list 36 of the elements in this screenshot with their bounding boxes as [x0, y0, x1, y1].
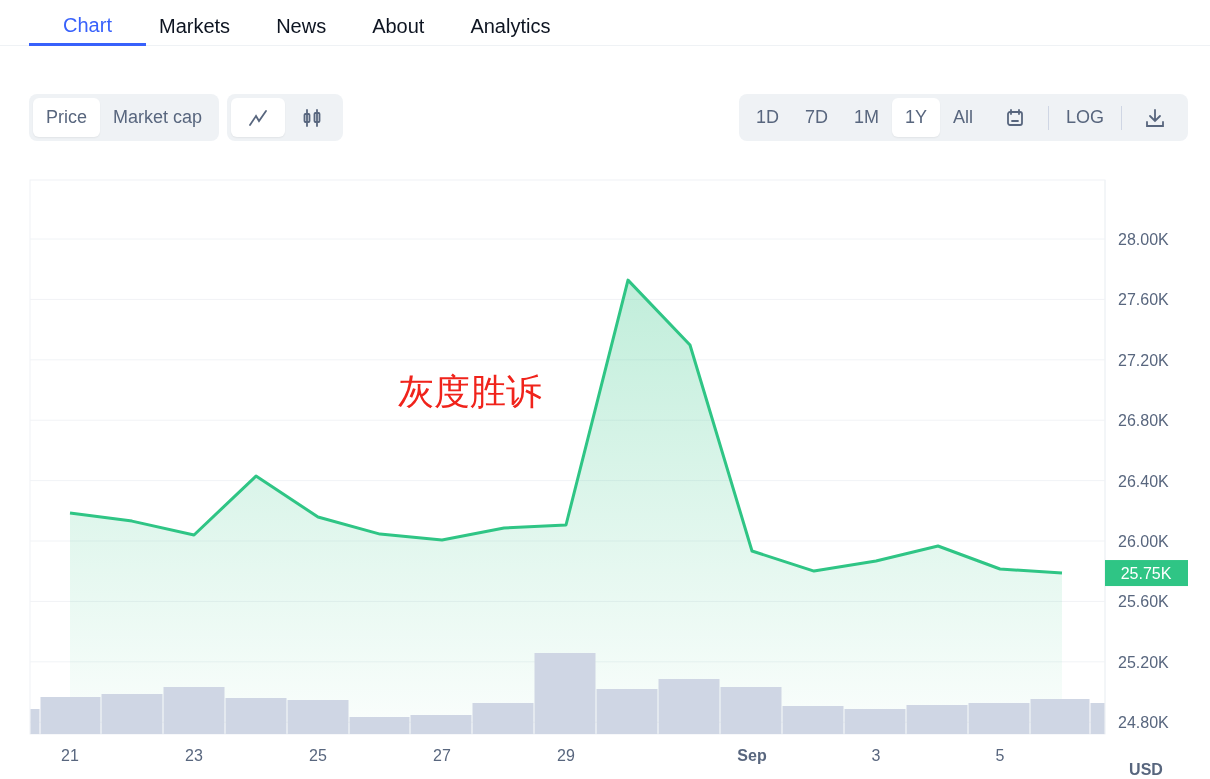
- currency-label: USD: [1129, 761, 1163, 778]
- y-axis-label: 26.40K: [1118, 472, 1169, 490]
- y-axis-label: 27.60K: [1118, 291, 1169, 309]
- metric-option[interactable]: Price: [33, 98, 100, 137]
- annotation-text: 灰度胜诉: [398, 371, 542, 412]
- tab[interactable]: Analytics: [470, 0, 551, 46]
- x-axis-label: 23: [185, 747, 203, 764]
- y-axis-label: 28.00K: [1118, 231, 1169, 249]
- y-axis-label: 26.80K: [1118, 412, 1169, 430]
- tab[interactable]: Markets: [159, 0, 231, 46]
- calendar-icon: [1004, 106, 1026, 129]
- x-axis-label: 25: [309, 747, 327, 764]
- y-axis-label: 27.20K: [1118, 351, 1169, 369]
- x-axis-label: Sep: [737, 747, 767, 764]
- tab[interactable]: Chart: [29, 0, 146, 46]
- download-icon: [1144, 106, 1166, 129]
- y-axis-label: 25.60K: [1118, 593, 1169, 611]
- x-axis-label: 21: [61, 747, 79, 764]
- x-axis-label: 5: [995, 747, 1005, 764]
- period-button[interactable]: 1D: [742, 98, 792, 137]
- x-axis-label: 29: [557, 747, 575, 764]
- period-button[interactable]: 7D: [791, 98, 841, 137]
- y-axis-label: 25.20K: [1118, 653, 1169, 671]
- metric-option[interactable]: Market cap: [100, 98, 216, 137]
- period-button[interactable]: All: [939, 98, 986, 137]
- tab[interactable]: About: [372, 0, 425, 46]
- x-axis-label: 27: [433, 747, 451, 764]
- y-axis-label: 26.00K: [1118, 533, 1169, 551]
- x-axis-label: 3: [871, 747, 881, 764]
- period-button[interactable]: 1Y: [891, 98, 940, 137]
- tab[interactable]: News: [276, 0, 327, 46]
- log-button[interactable]: LOG: [1053, 98, 1117, 137]
- y-axis-label: 24.80K: [1118, 714, 1169, 732]
- line-chart-button[interactable]: [231, 98, 286, 137]
- period-button[interactable]: 1M: [840, 98, 892, 137]
- current-price-badge: 25.75K: [1105, 560, 1188, 587]
